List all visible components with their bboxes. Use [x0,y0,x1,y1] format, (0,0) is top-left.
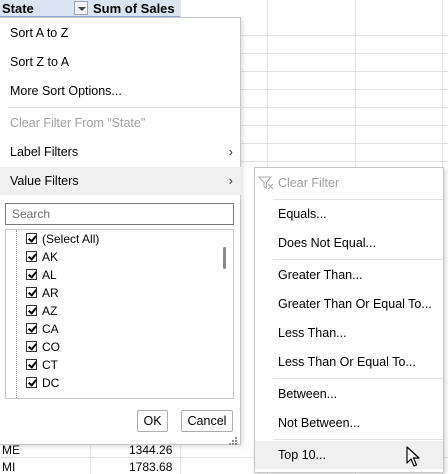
list-item[interactable]: CA [26,320,206,338]
list-scrollbar[interactable] [222,230,233,398]
menu-separator [8,107,241,108]
list-item-label: AR [42,286,59,300]
checkbox-checked[interactable] [26,377,37,388]
state-cell[interactable]: ME [2,443,20,457]
list-item[interactable]: CO [26,338,206,356]
less-than-item[interactable]: Less Than... [255,319,443,347]
clear-filter-item: Clear Filter [255,169,443,197]
filter-dropdown-menu: Sort A to Z Sort Z to A More Sort Option… [0,17,241,445]
between-item[interactable]: Between... [255,380,443,408]
between-label: Between... [278,387,338,401]
not-between-item[interactable]: Not Between... [255,409,443,437]
list-item-label: AZ [42,304,58,318]
pivot-header-row: State Sum of Sales [0,0,180,17]
clear-filter-from-state-item: Clear Filter From "State" [0,109,241,137]
more-sort-options-label: More Sort Options... [10,84,122,98]
list-item-label: CO [42,340,60,354]
list-item-select-all[interactable]: (Select All) [26,230,206,248]
sales-cell[interactable]: 1783.68 [129,460,172,474]
list-item-label: DC [42,376,60,390]
not-between-label: Not Between... [278,416,360,430]
clear-filter-from-state-label: Clear Filter From "State" [10,116,146,130]
list-item-label: CA [42,322,59,336]
equals-item[interactable]: Equals... [255,200,443,228]
top-10-label: Top 10... [278,448,326,462]
sort-z-to-a-item[interactable]: Sort Z to A [0,48,241,76]
item-checklist: (Select All) AK AL AR AZ CA CO CT DC [5,229,234,399]
value-filters-submenu: Clear Filter Equals... Does Not Equal...… [254,167,444,473]
label-filters-label: Label Filters [10,145,79,159]
list-item[interactable]: AK [26,248,206,266]
sort-a-to-z-item[interactable]: Sort A to Z [0,19,241,47]
list-item[interactable]: CT [26,356,206,374]
list-item[interactable]: AL [26,266,206,284]
sort-z-to-a-label: Sort Z to A [10,55,70,69]
sales-cell[interactable]: 1344.26 [129,443,172,457]
less-than-or-equal-item[interactable]: Less Than Or Equal To... [255,348,443,376]
tree-connector [16,230,17,398]
chevron-right-icon: › [228,144,233,159]
sum-of-sales-header[interactable]: Sum of Sales [93,1,175,16]
state-cell[interactable]: MI [2,460,15,474]
list-item[interactable]: DC [26,374,206,392]
checkbox-checked[interactable] [26,269,37,280]
greater-than-or-equal-item[interactable]: Greater Than Or Equal To... [255,290,443,318]
label-filters-item[interactable]: Label Filters › [0,138,241,166]
list-item-label: AL [42,268,57,282]
greater-than-item[interactable]: Greater Than... [255,261,443,289]
menu-separator [273,259,443,260]
more-sort-options-item[interactable]: More Sort Options... [0,77,241,105]
sort-a-to-z-label: Sort A to Z [10,26,69,40]
checkbox-checked[interactable] [26,305,37,316]
equals-label: Equals... [278,207,327,221]
resize-grip-icon[interactable] [228,436,238,446]
greater-than-or-equal-label: Greater Than Or Equal To... [278,297,432,311]
list-item-label: (Select All) [42,232,100,246]
state-header[interactable]: State [2,1,34,16]
clear-filter-icon [258,176,274,190]
does-not-equal-item[interactable]: Does Not Equal... [255,229,443,257]
checkbox-checked[interactable] [26,359,37,370]
value-filters-label: Value Filters [10,174,79,188]
ok-button[interactable]: OK [137,410,168,432]
list-item[interactable]: AZ [26,302,206,320]
checkbox-checked[interactable] [26,251,37,262]
less-than-label: Less Than... [278,326,347,340]
cancel-button[interactable]: Cancel [181,410,233,432]
scrollbar-thumb[interactable] [223,247,226,269]
search-input[interactable]: Search [5,203,234,225]
clear-filter-label: Clear Filter [278,176,340,190]
greater-than-label: Greater Than... [278,268,363,282]
mouse-pointer-icon [406,446,420,467]
less-than-or-equal-label: Less Than Or Equal To... [278,355,416,369]
checkbox-checked[interactable] [26,323,37,334]
checkbox-checked[interactable] [26,341,37,352]
value-filters-item[interactable]: Value Filters › [0,167,241,195]
checkbox-checked[interactable] [26,233,37,244]
does-not-equal-label: Does Not Equal... [278,236,376,250]
checkbox-checked[interactable] [26,287,37,298]
state-filter-dropdown-button[interactable] [74,1,88,15]
chevron-right-icon: › [228,173,233,188]
menu-separator [273,439,443,440]
list-item-label: CT [42,358,58,372]
list-item-label: AK [42,250,59,264]
list-item[interactable]: AR [26,284,206,302]
menu-separator [273,378,443,379]
